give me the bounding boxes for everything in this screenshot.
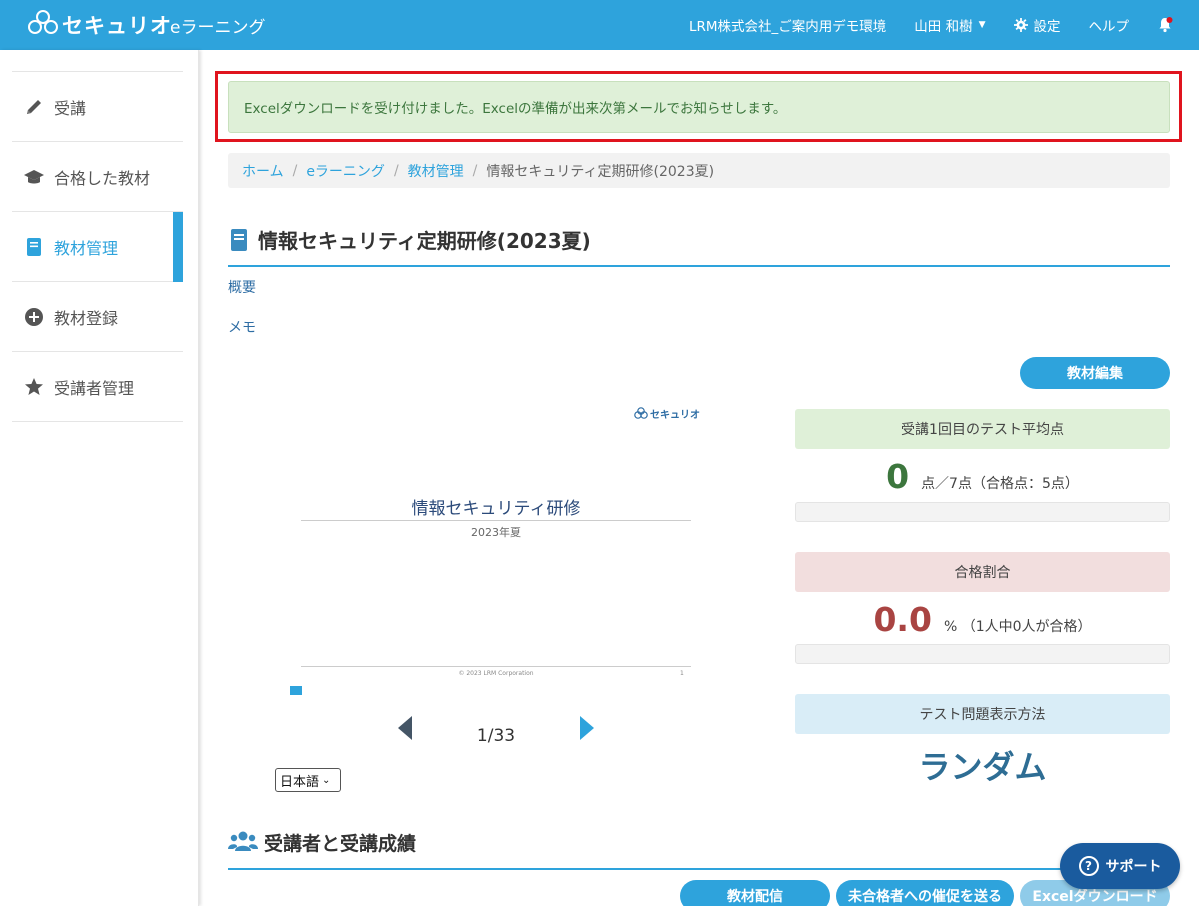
language-select[interactable]: 日本語 ⌄ [275, 768, 341, 792]
average-score-value-row: 0 点／7点（合格点：5点） [795, 457, 1170, 496]
average-score-unit: 点／7点（合格点：5点） [921, 476, 1079, 492]
sidebar-item-label: 受講 [54, 98, 87, 118]
slide-copyright: © 2023 LRM Corporation [458, 670, 534, 677]
sidebar-item-material-registration[interactable]: 教材登録 [12, 282, 183, 352]
sidebar-item-label: 受講者管理 [54, 378, 135, 398]
sidebar: 受講 合格した教材 教材管理 教材登録 受講者管理 [0, 50, 199, 906]
logo[interactable]: セキュリオ [28, 10, 172, 40]
support-button[interactable]: ? サポート [1060, 843, 1180, 889]
breadcrumb-home[interactable]: ホーム [242, 161, 284, 181]
next-page-icon[interactable] [580, 716, 594, 740]
support-label: サポート [1105, 859, 1162, 875]
settings-label: 設定 [1033, 19, 1061, 35]
top-header: セキュリオ eラーニング LRM株式会社_ご案内用デモ環境 山田 和樹 ▼ 設定… [0, 0, 1199, 50]
pass-rate-header: 合格割合 [795, 552, 1170, 592]
sidebar-nav: 受講 合格した教材 教材管理 教材登録 受講者管理 [12, 71, 183, 422]
notification-bell-icon[interactable] [1157, 17, 1173, 33]
settings-link[interactable]: 設定 [1013, 15, 1061, 35]
send-reminder-button[interactable]: 未合格者への催促を送る [836, 880, 1014, 906]
overview-label[interactable]: 概要 [228, 277, 256, 297]
help-link[interactable]: ヘルプ [1089, 15, 1130, 35]
pass-rate-progress [795, 644, 1170, 664]
alert-message: Excelダウンロードを受け付けました。Excelの準備が出来次第メールでお知ら… [244, 101, 787, 117]
graduation-cap-icon [23, 166, 45, 188]
average-score-progress [795, 502, 1170, 522]
slide-page-number: 1 [680, 670, 684, 677]
average-score-header: 受講1回目のテスト平均点 [795, 409, 1170, 449]
slide-marker [290, 686, 302, 695]
distribute-material-button[interactable]: 教材配信 [680, 880, 830, 906]
sidebar-item-label: 教材管理 [54, 238, 119, 258]
average-score-number: 0 [886, 457, 910, 496]
app-name[interactable]: eラーニング [170, 13, 265, 38]
learners-section-title-bar: 受講者と受講成績 [228, 829, 1170, 870]
slide-title: 情報セキュリティ研修 [411, 499, 581, 519]
logo-text: セキュリオ [62, 14, 172, 38]
slide-subtitle: 2023年夏 [471, 526, 521, 539]
edit-material-button[interactable]: 教材編集 [1020, 357, 1170, 389]
page-title-bar: 情報セキュリティ定期研修(2023夏) [228, 225, 1170, 267]
sidebar-item-label: 合格した教材 [54, 168, 151, 188]
pass-rate-unit: % （1人中0人が合格） [943, 619, 1092, 635]
slide-footer-divider [301, 666, 691, 667]
pass-rate-value-row: 0.0 % （1人中0人が合格） [795, 600, 1170, 639]
sidebar-item-learner-management[interactable]: 受講者管理 [12, 352, 183, 422]
user-name: 山田 和樹 [914, 19, 973, 35]
slide-preview: セキュリオ 情報セキュリティ研修 2023年夏 © 2023 LRM Corpo… [228, 390, 768, 720]
question-icon: ? [1078, 856, 1099, 876]
pass-rate-number: 0.0 [873, 600, 932, 639]
sidebar-item-passed-materials[interactable]: 合格した教材 [12, 142, 183, 212]
caret-down-icon: ▼ [978, 20, 986, 30]
users-icon [228, 831, 258, 851]
star-icon [23, 376, 45, 398]
book-icon [23, 236, 45, 258]
breadcrumb-material-management[interactable]: 教材管理 [408, 161, 464, 181]
org-name[interactable]: LRM株式会社_ご案内用デモ環境 [689, 15, 886, 35]
breadcrumb: ホーム / eラーニング / 教材管理 / 情報セキュリティ定期研修(2023夏… [228, 153, 1170, 188]
breadcrumb-separator: / [393, 162, 399, 179]
breadcrumb-elearning[interactable]: eラーニング [306, 161, 385, 181]
sidebar-item-label: 教材登録 [54, 308, 119, 328]
book-icon [231, 229, 247, 251]
page-indicator: 1/33 [476, 726, 516, 746]
chevron-down-icon: ⌄ [322, 774, 331, 786]
sidebar-item-attend[interactable]: 受講 [12, 72, 183, 142]
slide-logo-text: セキュリオ [650, 410, 700, 421]
plus-circle-icon [23, 306, 45, 328]
breadcrumb-current: 情報セキュリティ定期研修(2023夏) [486, 163, 715, 180]
section-title: 受講者と受講成績 [264, 833, 417, 855]
breadcrumb-separator: / [292, 162, 298, 179]
test-display-method-value: ランダム [918, 748, 1047, 786]
language-selected: 日本語 [280, 774, 320, 790]
memo-label[interactable]: メモ [228, 317, 256, 337]
test-display-method-header: テスト問題表示方法 [795, 694, 1170, 734]
logo-mark-icon [634, 406, 648, 419]
success-alert: Excelダウンロードを受け付けました。Excelの準備が出来次第メールでお知ら… [228, 81, 1170, 133]
breadcrumb-separator: / [472, 162, 478, 179]
sidebar-item-material-management[interactable]: 教材管理 [12, 212, 183, 282]
user-menu[interactable]: 山田 和樹 ▼ [914, 15, 985, 35]
slide-divider [301, 520, 691, 521]
gear-icon [1013, 18, 1028, 32]
previous-page-icon[interactable] [398, 716, 412, 740]
logo-mark-icon [28, 10, 58, 40]
slide-logo: セキュリオ [634, 406, 700, 421]
page-title: 情報セキュリティ定期研修(2023夏) [258, 229, 591, 253]
pencil-icon [23, 96, 45, 118]
